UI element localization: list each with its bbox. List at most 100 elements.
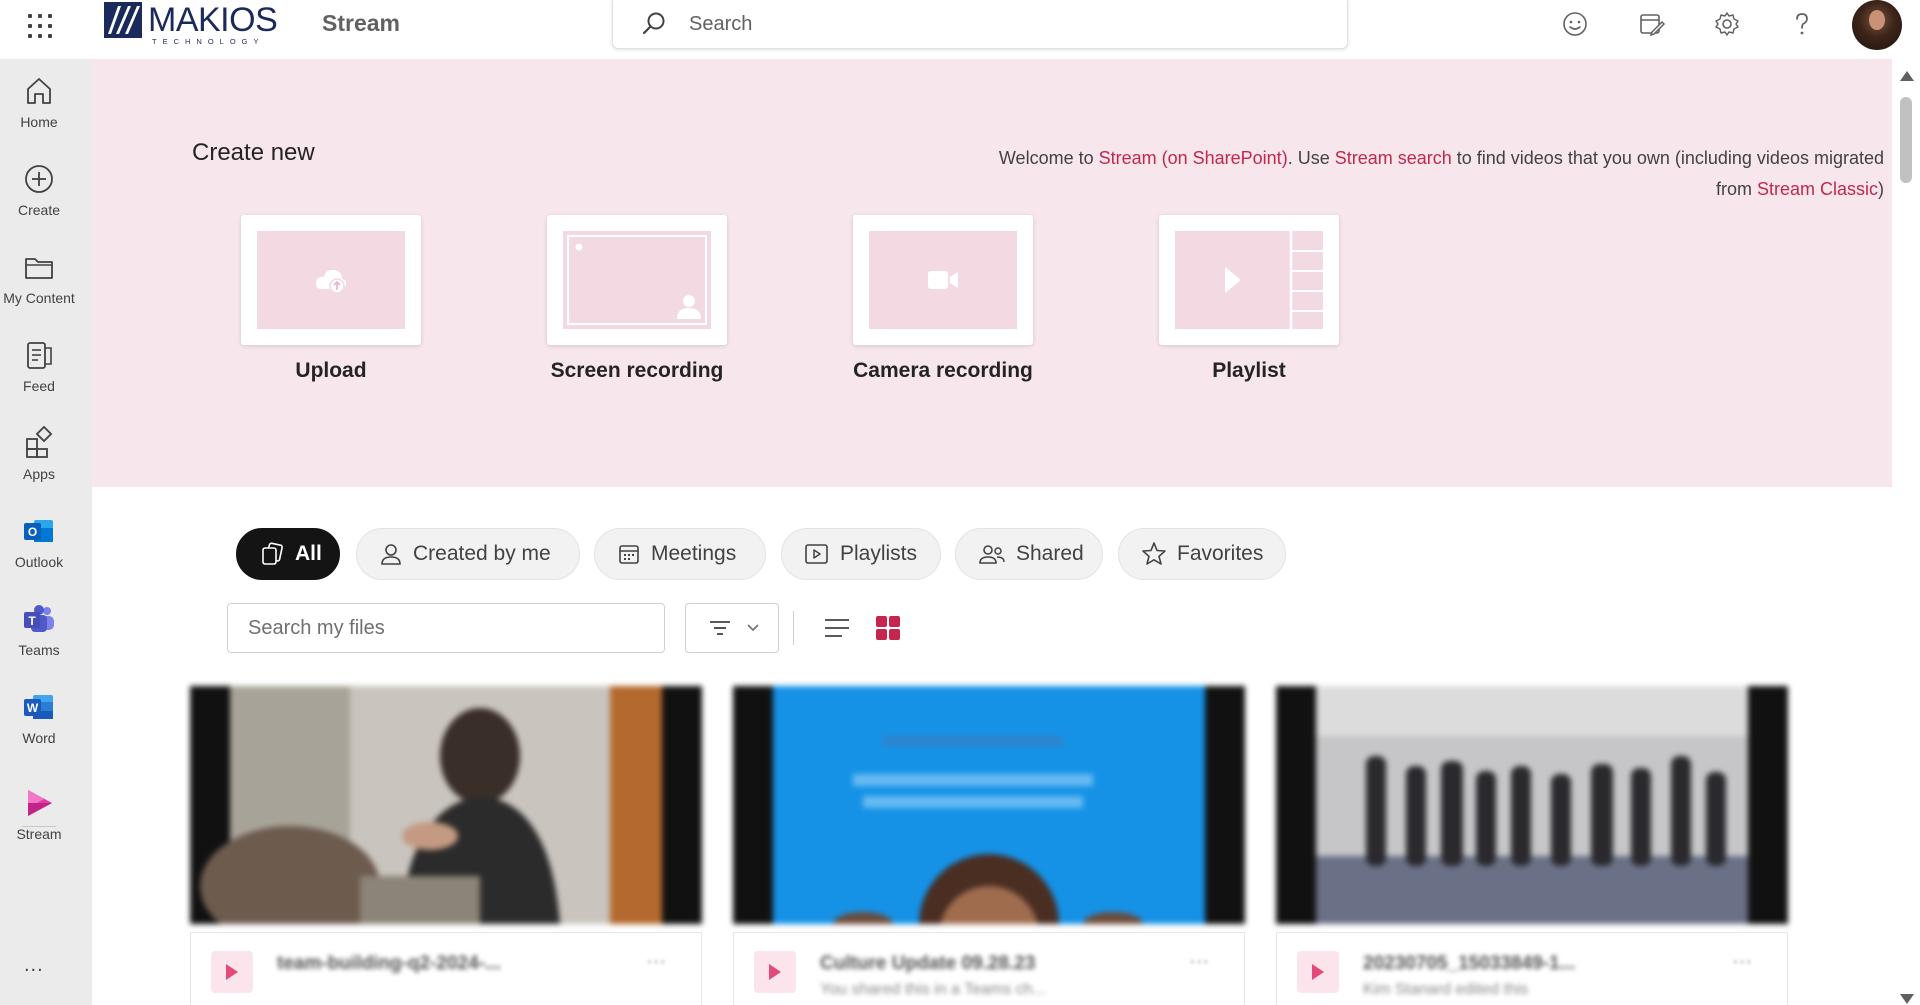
- list-view-icon[interactable]: [822, 615, 852, 641]
- vertical-scrollbar[interactable]: [1892, 59, 1920, 1005]
- grid-view-icon[interactable]: [874, 614, 902, 642]
- video-file-icon: [1297, 951, 1339, 993]
- scroll-up-arrow-icon[interactable]: [1900, 71, 1914, 81]
- svg-text:W: W: [27, 701, 39, 715]
- rail-item-my-content[interactable]: My Content: [0, 250, 78, 330]
- folder-icon: [25, 258, 53, 279]
- word-icon: W: [24, 695, 53, 719]
- screen-recording-label: Screen recording: [550, 359, 724, 382]
- rail-label: Apps: [23, 466, 55, 482]
- top-bar: MAKIOS TECHNOLOGY Stream Search: [0, 0, 1920, 59]
- rail-label: Stream: [16, 826, 62, 842]
- feed-icon: [27, 342, 52, 369]
- video-title[interactable]: team-building-q2-2024-...: [277, 953, 501, 975]
- filter-chip-favorites[interactable]: Favorites: [1118, 528, 1286, 580]
- person-icon: [381, 544, 401, 565]
- filter-chip-all[interactable]: All: [236, 528, 340, 580]
- filter-chip-created-by-me[interactable]: Created by me: [356, 528, 580, 580]
- camera-icon: [928, 271, 958, 289]
- search-placeholder: Search: [689, 13, 753, 35]
- video-file-icon: [754, 951, 796, 993]
- video-card[interactable]: Culture Update 09.28.23 You shared this …: [733, 686, 1245, 1005]
- app-title[interactable]: Stream: [322, 10, 400, 37]
- chip-label: Meetings: [651, 542, 737, 565]
- chip-label: Favorites: [1177, 542, 1264, 565]
- welcome-text: ): [1878, 179, 1884, 199]
- rail-label: Create: [17, 202, 61, 218]
- company-logo[interactable]: MAKIOS TECHNOLOGY: [104, 0, 278, 50]
- whats-new-icon[interactable]: [1638, 10, 1666, 38]
- outlook-icon: O: [24, 520, 53, 542]
- search-placeholder: Search my files: [248, 617, 385, 639]
- playlist-thumbnail: [1175, 231, 1323, 329]
- global-search-input[interactable]: Search: [612, 0, 1348, 49]
- video-card[interactable]: team-building-q2-2024-... ⋯: [190, 686, 702, 1005]
- video-meta: Culture Update 09.28.23 You shared this …: [733, 932, 1245, 1005]
- calendar-icon: [619, 545, 639, 564]
- rail-item-apps[interactable]: Apps: [0, 426, 78, 506]
- playlist-card[interactable]: [1159, 215, 1339, 345]
- upload-thumbnail: [257, 231, 405, 329]
- user-avatar[interactable]: [1852, 0, 1902, 50]
- stream-classic-link[interactable]: Stream Classic: [1757, 179, 1878, 199]
- filter-chip-meetings[interactable]: Meetings: [594, 528, 766, 580]
- rail-label: My Content: [3, 290, 75, 306]
- rail-item-teams[interactable]: T Teams: [0, 602, 78, 682]
- rail-item-word[interactable]: W Word: [0, 690, 78, 770]
- screen-recording-icon: [567, 235, 707, 325]
- section-title: Create new: [192, 139, 315, 166]
- home-icon: [27, 78, 51, 104]
- camera-recording-label: Camera recording: [853, 359, 1033, 382]
- apps-icon: [26, 426, 53, 458]
- brand-name: MAKIOS: [148, 1, 278, 39]
- rail-item-stream[interactable]: Stream: [0, 786, 78, 866]
- upload-card[interactable]: [241, 215, 421, 345]
- logo-mark-icon: [104, 2, 142, 38]
- filter-icon: [710, 621, 730, 635]
- svg-text:T: T: [28, 614, 36, 628]
- rail-item-create[interactable]: Create: [0, 162, 78, 242]
- screen-recording-card[interactable]: [547, 215, 727, 345]
- video-title[interactable]: Culture Update 09.28.23: [820, 953, 1035, 975]
- rail-label: Home: [20, 114, 58, 130]
- more-apps-button[interactable]: ...: [24, 954, 44, 977]
- video-thumbnail: [733, 686, 1245, 924]
- main-content: Create new Welcome to Stream (on SharePo…: [92, 59, 1892, 1005]
- search-my-files-input[interactable]: Search my files: [227, 603, 665, 653]
- chip-label: Shared: [1016, 542, 1084, 565]
- stream-sharepoint-link[interactable]: Stream (on SharePoint): [1099, 148, 1288, 168]
- video-title[interactable]: 20230705_15033849-1...: [1363, 953, 1575, 975]
- playlist-icon: [805, 544, 828, 564]
- camera-recording-card[interactable]: [853, 215, 1033, 345]
- video-file-icon: [211, 951, 253, 993]
- welcome-text: . Use: [1287, 148, 1335, 168]
- rail-item-outlook[interactable]: O Outlook: [0, 514, 78, 594]
- more-options-icon[interactable]: ⋯: [646, 949, 667, 974]
- filter-sort-button[interactable]: [685, 603, 779, 653]
- search-icon: [642, 12, 665, 35]
- rail-item-home[interactable]: Home: [0, 74, 78, 154]
- feedback-smiley-icon[interactable]: [1561, 10, 1589, 38]
- more-options-icon[interactable]: ⋯: [1732, 949, 1753, 974]
- help-icon[interactable]: [1788, 10, 1816, 38]
- screen-recording-thumbnail: [563, 231, 711, 329]
- scrollbar-thumb[interactable]: [1900, 97, 1912, 183]
- app-launcher-icon[interactable]: [24, 10, 52, 38]
- rail-label: Teams: [18, 642, 60, 658]
- video-card[interactable]: 20230705_15033849-1... Kim Stanard edite…: [1276, 686, 1788, 1005]
- settings-gear-icon[interactable]: [1713, 10, 1741, 38]
- stream-search-link[interactable]: Stream search: [1335, 148, 1452, 168]
- more-options-icon[interactable]: ⋯: [1189, 949, 1210, 974]
- chip-label: All: [295, 542, 322, 565]
- filter-chip-shared[interactable]: Shared: [955, 528, 1103, 580]
- welcome-message: Welcome to Stream (on SharePoint). Use S…: [964, 143, 1884, 205]
- video-subtitle: Kim Stanard edited this: [1363, 981, 1529, 998]
- chip-label: Playlists: [840, 542, 918, 565]
- filter-chip-playlists[interactable]: Playlists: [781, 528, 941, 580]
- scroll-down-arrow-icon[interactable]: [1900, 994, 1914, 1004]
- video-meta: team-building-q2-2024-... ⋯: [190, 932, 702, 1005]
- chip-label: Created by me: [413, 542, 551, 565]
- rail-item-feed[interactable]: Feed: [0, 338, 78, 418]
- playlist-icon: [1225, 231, 1323, 329]
- all-files-icon: [262, 542, 283, 565]
